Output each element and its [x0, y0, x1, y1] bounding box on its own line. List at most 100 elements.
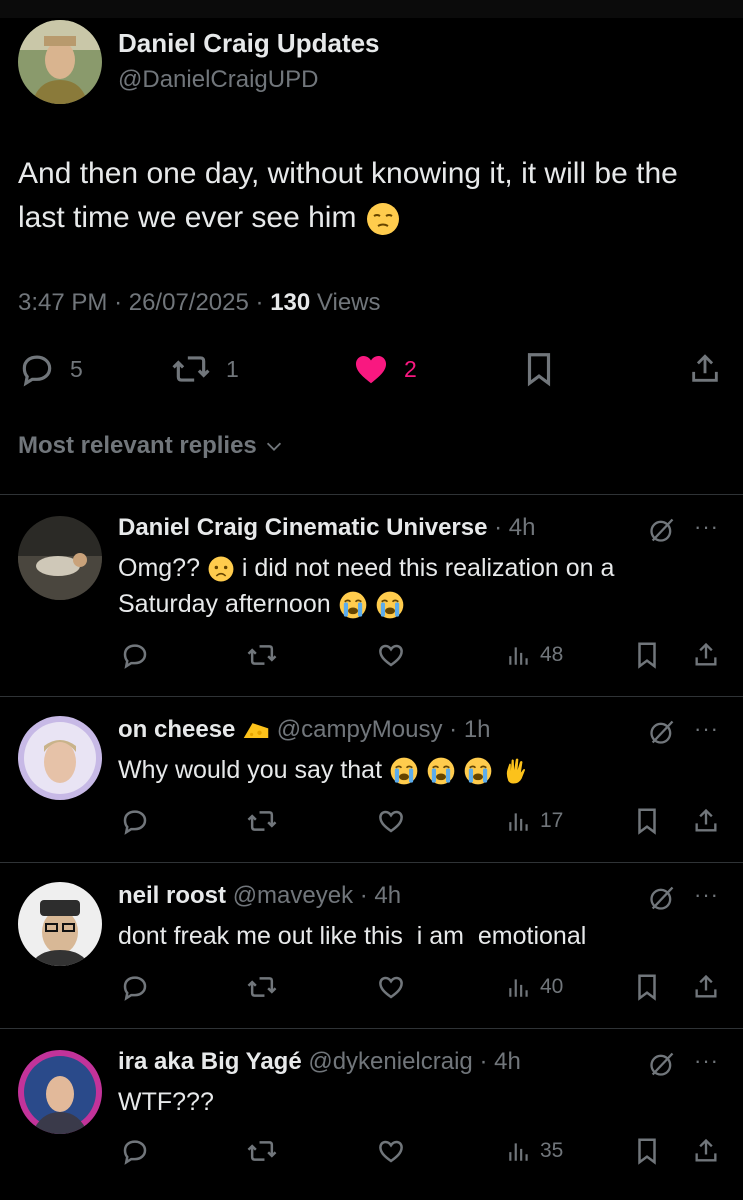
- meta-separator: ·: [255, 289, 264, 316]
- bookmark-button[interactable]: [634, 972, 660, 1002]
- reply-avatar[interactable]: [18, 716, 102, 800]
- reply-text-part: Why would you say that: [118, 756, 383, 784]
- reply-author-name[interactable]: Daniel Craig Cinematic Universe: [118, 514, 487, 541]
- heart-outline-icon: [379, 1140, 403, 1163]
- reply-item[interactable]: Daniel Craig Cinematic Universe · 4h ···…: [0, 494, 743, 696]
- reply-handle[interactable]: @campyMousy: [277, 716, 443, 743]
- author-name[interactable]: Daniel Craig Updates: [118, 28, 380, 59]
- reply-button[interactable]: 5: [18, 350, 83, 388]
- author-handle[interactable]: @DanielCraigUPD: [118, 66, 318, 94]
- more-options-icon[interactable]: ···: [694, 716, 719, 742]
- share-button[interactable]: [692, 640, 720, 670]
- share-button[interactable]: [692, 1136, 720, 1166]
- like-button[interactable]: [376, 1136, 406, 1166]
- views-label: Views: [316, 289, 381, 316]
- share-icon: [695, 974, 717, 998]
- reply-sort-selector[interactable]: Most relevant replies: [18, 432, 285, 460]
- reply-time[interactable]: · 4h: [360, 882, 401, 909]
- author-avatar[interactable]: [18, 20, 102, 104]
- loudly-crying-face-icon: [339, 592, 366, 619]
- views-button[interactable]: 40: [506, 972, 563, 1002]
- share-button[interactable]: [688, 350, 722, 388]
- analytics-icon: [509, 813, 528, 831]
- share-button[interactable]: [692, 806, 720, 836]
- heart-outline-icon: [379, 810, 403, 833]
- like-button[interactable]: [376, 640, 406, 670]
- reply-header: neil roost @maveyek · 4h: [118, 882, 401, 910]
- reply-actions: 48: [0, 640, 743, 670]
- reply-actions: 35: [0, 1136, 743, 1166]
- reply-item[interactable]: neil roost @maveyek · 4h ··· dont freak …: [0, 862, 743, 1028]
- loudly-crying-face-icon: [390, 758, 418, 785]
- heart-outline-icon: [379, 644, 403, 667]
- reply-text: WTF???: [118, 1088, 214, 1116]
- more-options-icon[interactable]: ···: [694, 1048, 719, 1074]
- repost-button[interactable]: [246, 972, 278, 1002]
- analytics-icon: [509, 647, 528, 665]
- more-options-icon[interactable]: ···: [694, 514, 719, 540]
- reply-icon: [123, 1140, 147, 1165]
- tweet-date[interactable]: 26/07/2025: [129, 289, 249, 316]
- reply-text: Omg?? i did not need this realization on…: [118, 550, 708, 622]
- repost-icon: [247, 1141, 277, 1161]
- reply-avatar[interactable]: [18, 882, 102, 966]
- reply-handle[interactable]: @dykenielcraig: [308, 1048, 472, 1075]
- reply-button[interactable]: [120, 640, 150, 670]
- view-count: 35: [540, 1139, 564, 1162]
- like-button[interactable]: 2: [352, 350, 417, 388]
- share-icon: [695, 642, 717, 666]
- chevron-down-icon: [266, 442, 281, 451]
- reply-count: 5: [70, 355, 83, 382]
- view-count: 48: [540, 643, 564, 666]
- more-options-icon[interactable]: ···: [694, 882, 719, 908]
- bookmark-icon: [638, 1138, 656, 1165]
- tweet-text: And then one day, without knowing it, it…: [18, 152, 718, 240]
- grok-icon[interactable]: [648, 718, 676, 751]
- reply-item[interactable]: ira aka Big Yagé @dykenielcraig · 4h ···…: [0, 1028, 743, 1200]
- reply-button[interactable]: [120, 806, 150, 836]
- views-button[interactable]: 17: [506, 806, 563, 836]
- like-button[interactable]: [376, 972, 406, 1002]
- share-icon: [695, 808, 717, 832]
- heart-filled-icon: [355, 356, 387, 384]
- grok-icon[interactable]: [648, 1050, 676, 1083]
- repost-button[interactable]: [246, 640, 278, 670]
- views-button[interactable]: 35: [506, 1136, 563, 1166]
- repost-icon: [247, 811, 277, 831]
- reply-button[interactable]: [120, 1136, 150, 1166]
- reply-item[interactable]: on cheese @campyMousy · 1h ··· Why would…: [0, 696, 743, 862]
- reply-header: ira aka Big Yagé @dykenielcraig · 4h: [118, 1048, 521, 1076]
- reply-time[interactable]: · 4h: [479, 1048, 520, 1075]
- bookmark-button[interactable]: [522, 350, 556, 388]
- share-button[interactable]: [692, 972, 720, 1002]
- reply-avatar[interactable]: [18, 516, 102, 600]
- reply-button[interactable]: [120, 972, 150, 1002]
- reply-icon: [123, 644, 147, 669]
- reply-time[interactable]: · 1h: [449, 716, 490, 743]
- repost-button[interactable]: [246, 806, 278, 836]
- reply-author-name[interactable]: ira aka Big Yagé: [118, 1048, 302, 1075]
- grok-icon[interactable]: [648, 884, 676, 917]
- tweet-time[interactable]: 3:47 PM: [18, 289, 107, 316]
- repost-button[interactable]: [246, 1136, 278, 1166]
- bookmark-button[interactable]: [634, 1136, 660, 1166]
- reply-author-name[interactable]: on cheese: [118, 716, 235, 743]
- reply-author-name[interactable]: neil roost: [118, 882, 226, 909]
- reply-handle[interactable]: @maveyek: [233, 882, 353, 909]
- reply-avatar[interactable]: [18, 1050, 102, 1134]
- reply-icon: [123, 976, 147, 1001]
- bookmark-button[interactable]: [634, 806, 660, 836]
- reply-text-part: Omg??: [118, 554, 200, 582]
- repost-button[interactable]: 1: [170, 350, 239, 388]
- bookmark-button[interactable]: [634, 640, 660, 670]
- like-button[interactable]: [376, 806, 406, 836]
- tweet-body: And then one day, without knowing it, it…: [18, 157, 678, 234]
- grok-icon[interactable]: [648, 516, 676, 549]
- sort-label: Most relevant replies: [18, 432, 257, 459]
- views-button[interactable]: 48: [506, 640, 563, 670]
- reply-time[interactable]: · 4h: [494, 514, 535, 541]
- share-icon: [692, 354, 718, 382]
- reply-header: on cheese @campyMousy · 1h: [118, 716, 491, 744]
- loudly-crying-face-icon: [427, 758, 455, 785]
- share-icon: [695, 1138, 717, 1162]
